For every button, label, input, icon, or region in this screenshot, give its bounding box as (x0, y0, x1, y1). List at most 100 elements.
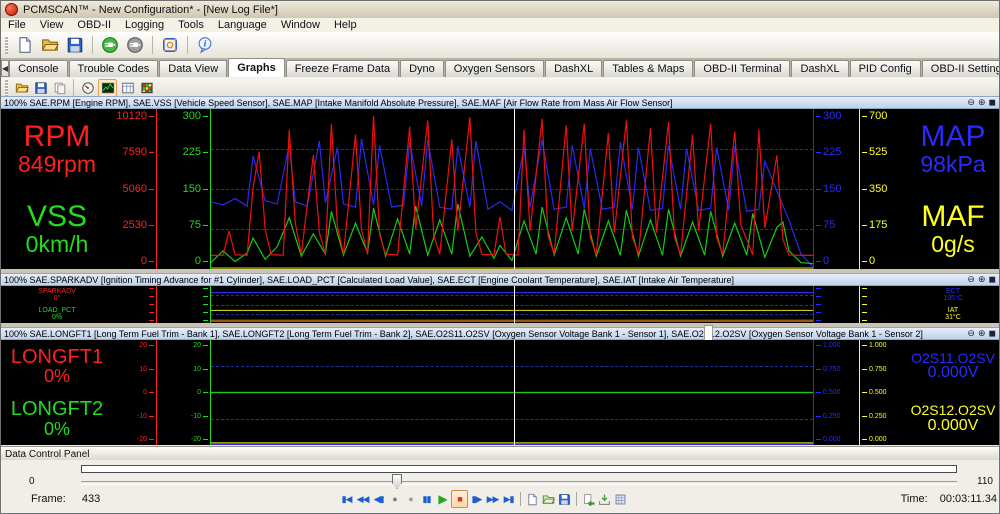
collapse-icon[interactable]: ◼ (989, 98, 996, 107)
trace-canvas (211, 340, 813, 445)
export-data-button[interactable] (581, 491, 596, 507)
disconnect-icon[interactable] (124, 34, 146, 56)
axis-tick (816, 304, 857, 305)
tab-trouble-codes[interactable]: Trouble Codes (69, 60, 159, 77)
tab-scroll-left-icon[interactable]: ◀ (1, 60, 9, 77)
position-slider-track[interactable] (81, 481, 957, 485)
record-button[interactable]: ● (387, 491, 402, 507)
save-log-button[interactable] (557, 491, 572, 507)
pid-name: O2S11.O2SV (911, 351, 995, 365)
pid-value: 0% (11, 367, 103, 385)
axis-tick: 0 (862, 256, 905, 267)
axis-tick: 0 (159, 389, 208, 396)
pid-value: 0° (38, 295, 76, 302)
axis-tick: 300 (816, 111, 857, 122)
save-snapshot-button[interactable] (597, 491, 612, 507)
tab-dyno[interactable]: Dyno (400, 60, 444, 77)
stop-button[interactable]: ■ (451, 490, 468, 508)
plot-area[interactable] (211, 340, 813, 445)
pause-button[interactable]: ▮▮ (419, 491, 434, 507)
new-log-button[interactable] (525, 491, 540, 507)
axis-tick: 0 (115, 256, 154, 267)
step-back-button[interactable]: ◀▮ (371, 491, 386, 507)
tab-pid-config[interactable]: PID Config (850, 60, 921, 77)
playback-cursor[interactable] (514, 286, 515, 323)
panel-header[interactable]: 100% SAE.SPARKADV [Ignition Timing Advan… (1, 273, 999, 286)
time-value: 00:03:11.34 (940, 493, 997, 505)
tab-obd-ii-settings[interactable]: OBD-II Settings (922, 60, 1000, 77)
menu-file[interactable]: File (1, 19, 33, 31)
open-log-button[interactable] (541, 491, 556, 507)
axis-tick: 10 (115, 366, 154, 373)
tab-dashxl[interactable]: DashXL (545, 60, 602, 77)
menu-obd-ii[interactable]: OBD-II (70, 19, 118, 31)
tab-dashxl[interactable]: DashXL (791, 60, 848, 77)
zoom-in-icon[interactable]: ⊕ (978, 275, 986, 284)
zoom-in-icon[interactable]: ⊕ (978, 329, 986, 338)
fast-forward-button[interactable]: ▶▶ (485, 491, 500, 507)
axis-tick: 10120 (115, 111, 154, 122)
open-file-icon[interactable] (39, 34, 61, 56)
tab-console[interactable]: Console (9, 60, 67, 77)
axis-tick (115, 296, 154, 297)
zoom-out-icon[interactable]: ⊖ (967, 275, 975, 284)
tab-graphs[interactable]: Graphs (228, 58, 285, 77)
trace-canvas (211, 109, 813, 269)
plot-area[interactable] (211, 286, 813, 323)
toolbar-separator (152, 36, 153, 54)
menu-help[interactable]: Help (327, 19, 364, 31)
pid-readout: LOAD_PCT0% (39, 307, 76, 321)
save-file-icon[interactable] (64, 34, 86, 56)
about-info-icon[interactable]: i (194, 34, 216, 56)
zoom-out-icon[interactable]: ⊖ (967, 98, 975, 107)
new-file-icon[interactable] (14, 34, 36, 56)
rewind-button[interactable]: ◀◀ (355, 491, 370, 507)
axis-tick (862, 320, 905, 321)
table-view-icon[interactable] (119, 80, 136, 96)
mark-button[interactable]: ● (403, 491, 418, 507)
screen-capture-button[interactable] (613, 491, 628, 507)
menu-logging[interactable]: Logging (118, 19, 171, 31)
color-map-icon[interactable] (138, 80, 155, 96)
panel-header[interactable]: 100% SAE.LONGFT1 [Long Term Fuel Trim - … (1, 327, 999, 340)
open-file-icon[interactable] (13, 80, 30, 96)
skip-end-button[interactable]: ▶▮ (501, 491, 516, 507)
axis-tick: 10 (159, 366, 208, 373)
collapse-icon[interactable]: ◼ (989, 275, 996, 284)
position-slider-thumb[interactable] (392, 474, 402, 489)
tab-tables-maps[interactable]: Tables & Maps (603, 60, 693, 77)
vehicle-scan-icon[interactable] (159, 34, 181, 56)
toolbar-separator (520, 492, 521, 506)
time-counter: Time: 00:03:11.34 (901, 493, 997, 505)
menu-view[interactable]: View (33, 19, 71, 31)
gauge-icon[interactable] (79, 80, 96, 96)
menu-tools[interactable]: Tools (171, 19, 211, 31)
axis-green: 300225150750 (157, 109, 211, 269)
plot-area[interactable] (211, 109, 813, 269)
tab-freeze-frame-data[interactable]: Freeze Frame Data (286, 60, 399, 77)
graph-display-icon[interactable] (98, 79, 117, 97)
tab-obd-ii-terminal[interactable]: OBD-II Terminal (694, 60, 790, 77)
save-file-icon[interactable] (32, 80, 49, 96)
connect-icon[interactable] (99, 34, 121, 56)
menu-language[interactable]: Language (211, 19, 274, 31)
pid-value: 849rpm (18, 153, 96, 176)
axis-tick (862, 304, 905, 305)
tab-data-view[interactable]: Data View (159, 60, 227, 77)
play-button[interactable]: ▶ (435, 491, 450, 507)
pid-value: 0km/h (26, 233, 89, 256)
playback-cursor[interactable] (514, 109, 515, 269)
pid-name: MAF (921, 202, 984, 233)
tab-oxygen-sensors[interactable]: Oxygen Sensors (445, 60, 544, 77)
zoom-out-icon[interactable]: ⊖ (967, 329, 975, 338)
menu-window[interactable]: Window (274, 19, 327, 31)
skip-start-button[interactable]: ▮◀ (339, 491, 354, 507)
step-forward-button[interactable]: ▮▶ (469, 491, 484, 507)
playback-cursor[interactable] (514, 340, 515, 445)
collapse-icon[interactable]: ◼ (989, 329, 996, 338)
tab-bar: ◀ConsoleTrouble CodesData ViewGraphsFree… (1, 58, 999, 77)
zoom-in-icon[interactable]: ⊕ (978, 98, 986, 107)
panel-header[interactable]: 100% SAE.RPM [Engine RPM], SAE.VSS [Vehi… (1, 96, 999, 109)
copy-icon[interactable] (51, 80, 68, 96)
pid-name: LOAD_PCT (39, 307, 76, 314)
